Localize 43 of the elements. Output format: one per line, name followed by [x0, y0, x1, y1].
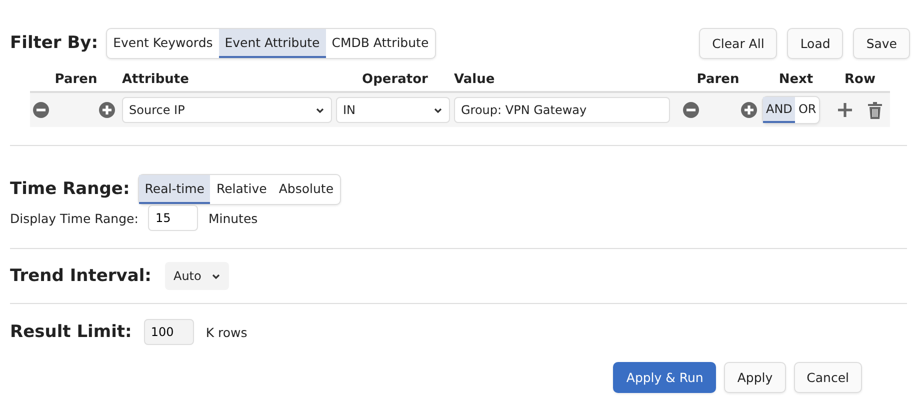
column-header: Next [778, 72, 814, 87]
column-header: Attribute [122, 72, 189, 87]
action-button[interactable]: Save [853, 28, 910, 58]
input-field[interactable]: 15 [148, 205, 198, 231]
column-header: Value [454, 72, 495, 87]
dialog-button[interactable]: Cancel [794, 362, 862, 393]
tab[interactable]: AND [763, 97, 796, 123]
chevron-icon [315, 106, 325, 114]
remove-icon[interactable] [32, 101, 50, 119]
section-title: Result Limit: [10, 322, 132, 342]
attribute-select[interactable]: Source IP [122, 97, 332, 123]
chevron-icon [433, 106, 443, 114]
unit-label: K rows [206, 324, 248, 340]
value-field[interactable]: Group: VPN Gateway [454, 97, 670, 123]
tab[interactable]: Absolute [272, 174, 340, 204]
tab[interactable]: OR [795, 97, 820, 123]
action-button[interactable]: Load [787, 28, 844, 58]
chevron-icon [211, 272, 222, 280]
tab[interactable]: Event Attribute [218, 28, 326, 58]
column-header: Operator [362, 72, 428, 87]
section-title: Trend Interval: [10, 266, 152, 286]
interval-select[interactable]: Auto [165, 262, 230, 290]
column-header: Paren [54, 72, 98, 87]
add-icon[interactable] [740, 101, 758, 119]
section-title: Time Range: [10, 179, 130, 199]
column-header: Row [844, 72, 876, 87]
tab[interactable]: Relative [210, 174, 273, 204]
dialog-button[interactable]: Apply [724, 362, 786, 393]
add-icon[interactable] [837, 102, 853, 118]
apply-run-button[interactable]: Apply & Run [613, 362, 716, 393]
tab[interactable]: Real-time [138, 174, 210, 204]
tab[interactable]: Event Keywords [107, 28, 219, 58]
tab[interactable]: CMDB Attribute [326, 28, 435, 58]
remove-icon[interactable] [682, 101, 700, 119]
action-button[interactable]: Clear All [699, 28, 778, 58]
input-field[interactable]: 100 [144, 319, 194, 345]
section-title: Filter By: [10, 33, 98, 53]
operator-select[interactable]: IN [336, 97, 450, 123]
column-header: Paren [696, 72, 740, 87]
trash-icon[interactable] [867, 101, 883, 119]
add-icon[interactable] [98, 101, 116, 119]
field-label: Display Time Range: [10, 210, 138, 226]
unit-label: Minutes [208, 210, 258, 226]
